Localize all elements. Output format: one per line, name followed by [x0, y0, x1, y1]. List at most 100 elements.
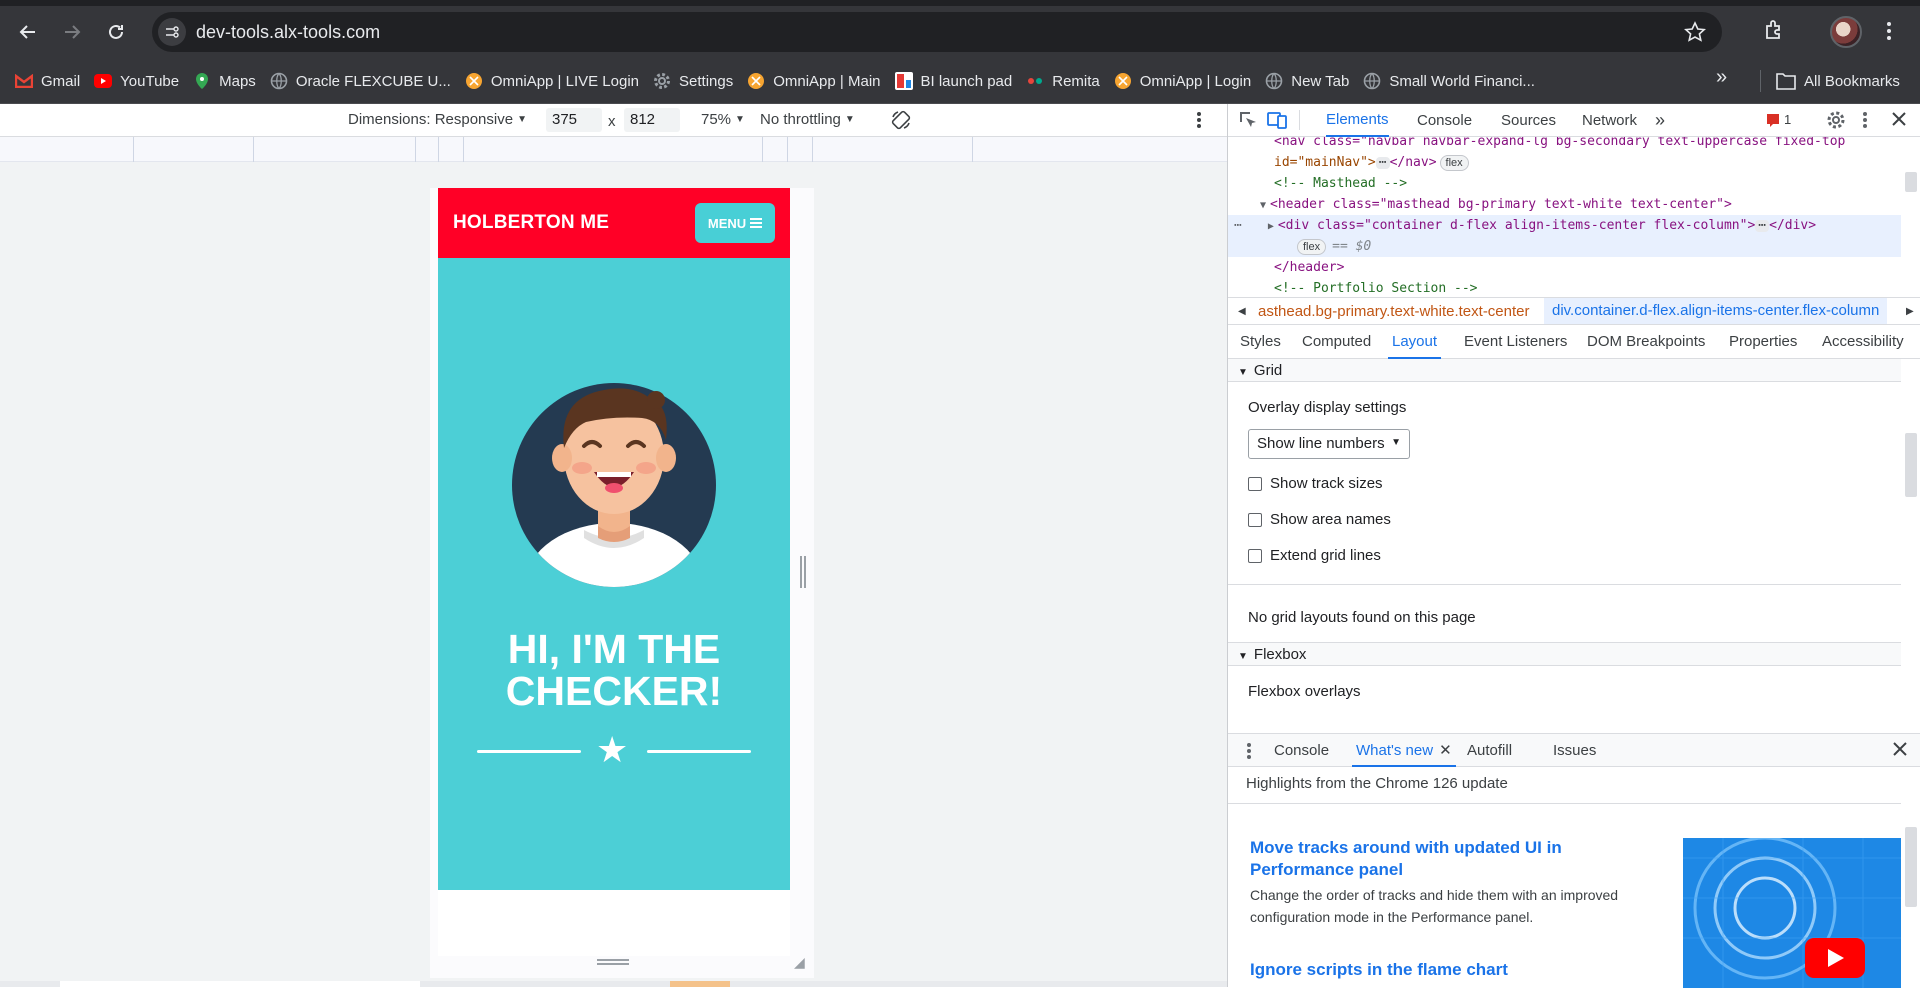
- bookmark-item[interactable]: Settings: [646, 66, 740, 96]
- checkbox-box[interactable]: [1248, 476, 1262, 491]
- bookmark-item[interactable]: Remita: [1019, 66, 1107, 96]
- reload-button[interactable]: [96, 12, 136, 52]
- dimensions-dropdown[interactable]: Dimensions: Responsive ▼: [348, 111, 527, 128]
- resize-handle-corner[interactable]: ◢: [794, 954, 805, 971]
- bookmark-item[interactable]: Gmail: [8, 66, 87, 96]
- zoom-dropdown[interactable]: 75% ▼: [701, 111, 745, 128]
- device-toggle-icon[interactable]: [1266, 110, 1288, 134]
- drawer-tab-whats-new[interactable]: What's new ✕: [1352, 734, 1456, 767]
- grid-section-header[interactable]: ▼ Grid: [1228, 359, 1901, 382]
- subtab-layout[interactable]: Layout: [1388, 325, 1442, 359]
- ellipsis-icon[interactable]: ⋯: [1755, 219, 1770, 232]
- url-text[interactable]: dev-tools.alx-tools.com: [196, 22, 380, 43]
- media-query-ruler[interactable]: [0, 137, 1227, 162]
- folder-icon: [1776, 73, 1796, 90]
- resize-handle-bottom[interactable]: [597, 959, 629, 965]
- youtube-play-icon[interactable]: [1805, 938, 1865, 978]
- device-toolbar-menu-icon[interactable]: [1196, 110, 1202, 130]
- dom-node-header-close[interactable]: </header>: [1228, 257, 1901, 278]
- devtools-menu-icon[interactable]: [1862, 110, 1868, 134]
- inspect-element-icon[interactable]: [1238, 110, 1258, 134]
- bookmark-item[interactable]: OmniApp | Main: [740, 66, 887, 96]
- back-button[interactable]: [8, 12, 48, 52]
- ellipsis-icon[interactable]: ⋯: [1375, 156, 1390, 169]
- subtab-dom-breakpoints[interactable]: DOM Breakpoints: [1587, 325, 1705, 359]
- extend-grid-checkbox[interactable]: Extend grid lines: [1248, 547, 1381, 564]
- settings-gear-icon[interactable]: [1826, 110, 1846, 134]
- dom-node-header[interactable]: ▼ <header class="masthead bg-primary text…: [1228, 194, 1901, 215]
- dom-node-selected-div[interactable]: ⋯ ▶ <div class="container d-flex align-ite…: [1228, 215, 1901, 236]
- bookmark-item[interactable]: OmniApp | Login: [1107, 66, 1258, 96]
- browser-menu-icon[interactable]: [1886, 20, 1892, 45]
- node-actions-icon[interactable]: ⋯: [1234, 218, 1242, 233]
- flex-badge[interactable]: flex: [1439, 155, 1469, 171]
- drawer-menu-icon[interactable]: [1246, 741, 1252, 765]
- flex-badge[interactable]: flex: [1297, 239, 1327, 255]
- resize-handle-right[interactable]: [800, 556, 806, 588]
- breadcrumb-header[interactable]: asthead.bg-primary.text-white.text-cente…: [1258, 303, 1530, 320]
- subtab-computed[interactable]: Computed: [1302, 325, 1371, 359]
- height-input[interactable]: 812: [624, 108, 680, 132]
- tab-sources[interactable]: Sources: [1501, 104, 1556, 137]
- extensions-icon[interactable]: [1762, 18, 1786, 45]
- bookmark-item[interactable]: Maps: [186, 66, 263, 96]
- bookmark-item[interactable]: OmniApp | LIVE Login: [458, 66, 646, 96]
- issues-badge[interactable]: 1: [1766, 112, 1791, 127]
- close-tab-icon[interactable]: ✕: [1439, 742, 1452, 759]
- subtab-accessibility[interactable]: Accessibility: [1822, 325, 1904, 359]
- site-info-icon[interactable]: [158, 18, 186, 46]
- breadcrumb-div[interactable]: div.container.d-flex.align-items-center.…: [1544, 298, 1888, 324]
- issue-flag-icon: [1767, 113, 1779, 127]
- subtab-event-listeners[interactable]: Event Listeners: [1464, 325, 1567, 359]
- breadcrumb-left-icon[interactable]: ◀: [1238, 306, 1246, 317]
- dom-scrollbar[interactable]: [1905, 172, 1917, 192]
- bookmark-star-icon[interactable]: [1683, 21, 1707, 46]
- dom-node-nav-id[interactable]: id="mainNav"> ⋯ </nav> flex: [1228, 152, 1901, 173]
- drawer-tab-autofill[interactable]: Autofill: [1467, 734, 1512, 767]
- throttling-dropdown[interactable]: No throttling ▼: [760, 111, 855, 128]
- dom-node-selected-badges[interactable]: flex == $0: [1228, 236, 1901, 257]
- tab-elements[interactable]: Elements: [1326, 104, 1389, 137]
- more-tabs-icon[interactable]: »: [1655, 104, 1665, 137]
- all-bookmarks-button[interactable]: All Bookmarks: [1776, 66, 1900, 96]
- subtab-properties[interactable]: Properties: [1729, 325, 1797, 359]
- tab-console[interactable]: Console: [1417, 104, 1472, 137]
- track-sizes-checkbox[interactable]: Show track sizes: [1248, 475, 1383, 492]
- more-bookmarks-icon[interactable]: »: [1716, 66, 1727, 89]
- bookmark-item[interactable]: New Tab: [1258, 66, 1356, 96]
- flexbox-section-header[interactable]: ▼ Flexbox: [1228, 643, 1901, 666]
- forward-button[interactable]: [52, 12, 92, 52]
- drawer-tab-issues[interactable]: Issues: [1553, 734, 1596, 767]
- drawer-tab-console[interactable]: Console: [1274, 734, 1329, 767]
- dom-comment-portfolio[interactable]: <!-- Portfolio Section -->: [1228, 278, 1901, 297]
- collapsed-triangle-icon[interactable]: ▶: [1268, 221, 1274, 232]
- line-numbers-select[interactable]: Show line numbers ▼: [1248, 429, 1410, 459]
- width-input[interactable]: 375: [546, 108, 602, 132]
- tab-network[interactable]: Network: [1582, 104, 1637, 137]
- checkbox-box[interactable]: [1248, 512, 1262, 527]
- area-names-checkbox[interactable]: Show area names: [1248, 511, 1391, 528]
- layout-scrollbar[interactable]: [1905, 433, 1917, 497]
- rotate-icon[interactable]: [890, 109, 912, 131]
- breadcrumb-right-icon[interactable]: ▶: [1906, 306, 1914, 317]
- menu-button[interactable]: MENU: [695, 203, 775, 243]
- bookmark-item[interactable]: Oracle FLEXCUBE U...: [263, 66, 458, 96]
- close-devtools-icon[interactable]: [1890, 110, 1908, 132]
- article-link-move-tracks[interactable]: Move tracks around with updated UI in Pe…: [1250, 837, 1650, 881]
- bookmark-item[interactable]: YouTube: [87, 66, 186, 96]
- subtab-styles[interactable]: Styles: [1240, 325, 1281, 359]
- bookmark-item[interactable]: Small World Financi...: [1356, 66, 1542, 96]
- close-drawer-icon[interactable]: [1892, 741, 1908, 761]
- address-bar[interactable]: dev-tools.alx-tools.com: [152, 12, 1722, 52]
- video-thumbnail[interactable]: [1683, 838, 1901, 988]
- article-link-ignore-scripts[interactable]: Ignore scripts in the flame chart: [1250, 959, 1650, 981]
- dom-node-nav[interactable]: <nav class="navbar navbar-expand-lg bg-s…: [1228, 137, 1901, 152]
- site-brand[interactable]: HOLBERTON ME: [453, 212, 609, 234]
- drawer-scrollbar[interactable]: [1905, 827, 1917, 907]
- omniapp-icon: [465, 72, 483, 90]
- checkbox-box[interactable]: [1248, 548, 1262, 563]
- expanded-triangle-icon[interactable]: ▼: [1260, 200, 1266, 211]
- dom-comment-masthead[interactable]: <!-- Masthead -->: [1228, 173, 1901, 194]
- profile-avatar[interactable]: [1830, 16, 1862, 48]
- bookmark-item[interactable]: BI launch pad: [888, 66, 1020, 96]
